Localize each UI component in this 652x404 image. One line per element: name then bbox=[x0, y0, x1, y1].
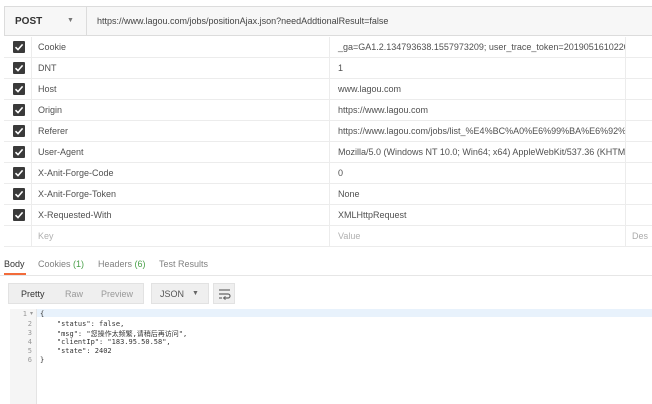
method-label: POST bbox=[15, 15, 43, 27]
line-number-gutter: 1 ▾ 2 3 4 5 6 bbox=[10, 309, 37, 404]
table-row: X-Requested-With XMLHttpRequest bbox=[4, 205, 652, 226]
header-key[interactable]: Referer bbox=[32, 121, 330, 141]
checkmark-icon bbox=[14, 169, 24, 177]
checkbox[interactable] bbox=[13, 209, 25, 221]
url-input[interactable]: https://www.lagou.com/jobs/positionAjax.… bbox=[87, 16, 388, 26]
table-row: DNT 1 bbox=[4, 58, 652, 79]
wrap-lines-icon bbox=[219, 289, 231, 300]
line-number: 6 bbox=[27, 356, 32, 364]
checkbox[interactable] bbox=[13, 41, 25, 53]
table-row: Referer https://www.lagou.com/jobs/list_… bbox=[4, 121, 652, 142]
view-mode-group: Pretty Raw Preview bbox=[8, 283, 144, 304]
checkmark-icon bbox=[14, 211, 24, 219]
header-key[interactable]: X-Anit-Forge-Token bbox=[32, 184, 330, 204]
header-description[interactable] bbox=[626, 142, 652, 162]
line-number: 5 bbox=[27, 347, 32, 355]
fold-arrow-icon[interactable]: ▾ bbox=[30, 310, 33, 317]
code-line: "status": false, bbox=[40, 320, 125, 328]
chevron-down-icon: ▼ bbox=[67, 17, 74, 24]
line-number: 3 bbox=[27, 329, 32, 337]
header-description[interactable] bbox=[626, 100, 652, 120]
header-description[interactable] bbox=[626, 58, 652, 78]
tab-headers-label: Headers bbox=[98, 259, 133, 269]
format-select[interactable]: JSON ▼ bbox=[151, 283, 209, 304]
tab-cookies[interactable]: Cookies (1) bbox=[38, 259, 84, 269]
checkbox[interactable] bbox=[13, 104, 25, 116]
new-description-input[interactable]: Des bbox=[626, 226, 652, 246]
header-value[interactable]: https://www.lagou.com/jobs/list_%E4%BC%A… bbox=[330, 121, 626, 141]
table-row: Origin https://www.lagou.com bbox=[4, 100, 652, 121]
tab-body[interactable]: Body bbox=[4, 259, 25, 269]
header-key[interactable]: X-Anit-Forge-Code bbox=[32, 163, 330, 183]
new-key-input[interactable]: Key bbox=[32, 226, 330, 246]
line-number: 1 bbox=[22, 310, 27, 318]
header-key[interactable]: User-Agent bbox=[32, 142, 330, 162]
table-row: Host www.lagou.com bbox=[4, 79, 652, 100]
header-description[interactable] bbox=[626, 184, 652, 204]
method-select[interactable]: POST ▼ bbox=[5, 7, 87, 35]
header-key[interactable]: Host bbox=[32, 79, 330, 99]
tab-headers[interactable]: Headers (6) bbox=[98, 259, 146, 269]
active-line-highlight bbox=[37, 309, 652, 317]
header-description[interactable] bbox=[626, 163, 652, 183]
request-bar: POST ▼ https://www.lagou.com/jobs/positi… bbox=[4, 6, 652, 36]
header-key[interactable]: Origin bbox=[32, 100, 330, 120]
header-description[interactable] bbox=[626, 37, 652, 57]
checkmark-icon bbox=[14, 85, 24, 93]
headers-count: (6) bbox=[134, 259, 146, 269]
checkmark-icon bbox=[14, 64, 24, 72]
table-row: User-Agent Mozilla/5.0 (Windows NT 10.0;… bbox=[4, 142, 652, 163]
chevron-down-icon: ▼ bbox=[192, 290, 199, 297]
header-value[interactable]: XMLHttpRequest bbox=[330, 205, 626, 225]
tab-test-results[interactable]: Test Results bbox=[159, 259, 208, 269]
header-value[interactable]: _ga=GA1.2.134793638.1557973209; user_tra… bbox=[330, 37, 626, 57]
header-value[interactable]: www.lagou.com bbox=[330, 79, 626, 99]
checkmark-icon bbox=[14, 148, 24, 156]
header-description[interactable] bbox=[626, 79, 652, 99]
header-value[interactable]: None bbox=[330, 184, 626, 204]
header-value[interactable]: Mozilla/5.0 (Windows NT 10.0; Win64; x64… bbox=[330, 142, 626, 162]
header-value[interactable]: https://www.lagou.com bbox=[330, 100, 626, 120]
header-key[interactable]: DNT bbox=[32, 58, 330, 78]
raw-button[interactable]: Raw bbox=[65, 289, 83, 299]
code-line: } bbox=[40, 356, 45, 364]
header-value[interactable]: 1 bbox=[330, 58, 626, 78]
wrap-lines-button[interactable] bbox=[213, 283, 235, 304]
checkbox[interactable] bbox=[13, 146, 25, 158]
checkmark-icon bbox=[14, 106, 24, 114]
response-tabs: Body Cookies (1) Headers (6) Test Result… bbox=[0, 256, 652, 276]
checkbox[interactable] bbox=[13, 167, 25, 179]
header-description[interactable] bbox=[626, 205, 652, 225]
checkmark-icon bbox=[14, 190, 24, 198]
code-line: { bbox=[40, 310, 45, 318]
preview-button[interactable]: Preview bbox=[101, 289, 133, 299]
header-key[interactable]: X-Requested-With bbox=[32, 205, 330, 225]
checkmark-icon bbox=[14, 43, 24, 51]
response-body[interactable]: 1 ▾ 2 3 4 5 6 { "status": false, "msg": … bbox=[10, 309, 652, 404]
cookies-count: (1) bbox=[73, 259, 85, 269]
checkbox[interactable] bbox=[13, 125, 25, 137]
line-number: 4 bbox=[27, 338, 32, 346]
checkbox[interactable] bbox=[13, 188, 25, 200]
header-description[interactable] bbox=[626, 121, 652, 141]
table-row: X-Anit-Forge-Code 0 bbox=[4, 163, 652, 184]
table-row: Cookie _ga=GA1.2.134793638.1557973209; u… bbox=[4, 37, 652, 58]
checkmark-icon bbox=[14, 127, 24, 135]
line-number: 2 bbox=[27, 320, 32, 328]
checkbox[interactable] bbox=[13, 62, 25, 74]
format-label: JSON bbox=[160, 289, 185, 299]
pretty-button[interactable]: Pretty bbox=[21, 289, 45, 299]
code-line: "clientIp": "183.95.50.58", bbox=[40, 338, 171, 346]
new-header-row: Key Value Des bbox=[4, 226, 652, 247]
tab-cookies-label: Cookies bbox=[38, 259, 71, 269]
active-tab-indicator bbox=[4, 273, 26, 275]
new-value-input[interactable]: Value bbox=[330, 226, 626, 246]
checkbox[interactable] bbox=[13, 83, 25, 95]
table-row: X-Anit-Forge-Token None bbox=[4, 184, 652, 205]
header-value[interactable]: 0 bbox=[330, 163, 626, 183]
code-line: "state": 2402 bbox=[40, 347, 112, 355]
header-key[interactable]: Cookie bbox=[32, 37, 330, 57]
